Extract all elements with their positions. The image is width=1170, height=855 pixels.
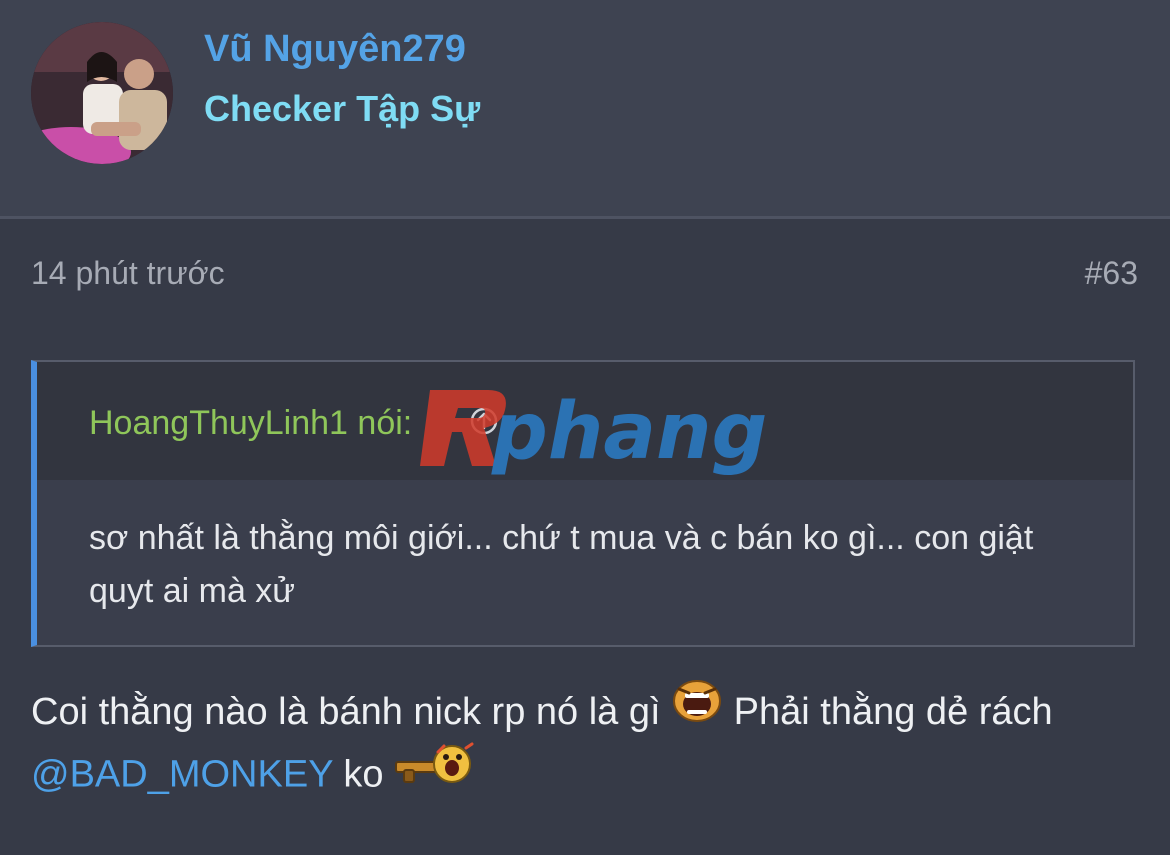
shouting-emoji-icon [671,679,723,740]
user-title: Checker Tập Sự [204,88,481,129]
post-number[interactable]: #63 [1085,255,1138,292]
gun-emoji-icon [394,740,476,805]
quote-text: sơ nhất là thằng môi giới... chứ t mua v… [89,519,1034,610]
message-text-3: ko [343,754,384,796]
user-mention-link[interactable]: @BAD_MONKEY [31,754,333,796]
user-avatar[interactable] [31,22,173,164]
message-text-2: Phải thằng dẻ rách [733,691,1053,733]
post-message: Coi thằng nào là bánh nick rp nó là gì P… [31,680,1146,809]
svg-text:phang: phang [491,387,767,477]
username-link[interactable]: Vũ Nguyên279 [204,28,466,71]
message-text-1: Coi thằng nào là bánh nick rp nó là gì [31,691,661,733]
site-watermark-logo: phang [420,387,767,477]
quote-author[interactable]: HoangThuyLinh1 nói: [89,404,412,443]
user-header: Vũ Nguyên279 Checker Tập Sự [0,0,1170,219]
avatar-photo [31,22,173,164]
post-timestamp[interactable]: 14 phút trước [31,255,225,292]
